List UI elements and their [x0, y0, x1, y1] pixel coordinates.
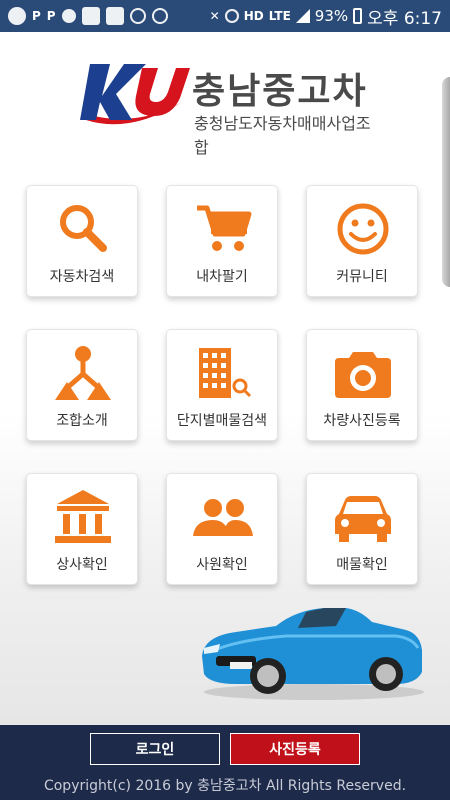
w-notification-icon — [105, 7, 124, 25]
p-notification-icon-2: P — [46, 9, 56, 23]
menu-member-check[interactable]: 사원확인 — [166, 473, 278, 585]
car-icon — [335, 496, 391, 542]
p-notification-icon: P — [32, 9, 41, 23]
main-content: 충남중고차 충청남도자동차매매사업조합 자동차검색 내차팔기 커뮤니티 조합소개… — [0, 32, 450, 725]
sync-notification-icon-2 — [151, 8, 168, 24]
menu-label: 상사확인 — [56, 557, 108, 573]
people-icon — [193, 499, 253, 536]
mute-icon: ✕ — [209, 9, 220, 23]
clock-time: 오후 6:17 — [367, 8, 442, 29]
status-bar: P P ✕ HD LTE 93% 오후 6:17 — [0, 0, 450, 32]
chat-notification-icon — [8, 7, 26, 25]
menu-car-search[interactable]: 자동차검색 — [26, 185, 138, 297]
menu-sell-car[interactable]: 내차팔기 — [166, 185, 278, 297]
app-notification-icon — [81, 7, 100, 25]
menu-association-intro[interactable]: 조합소개 — [26, 329, 138, 441]
app-logo: 충남중고차 충청남도자동차매매사업조합 — [80, 60, 380, 157]
login-button[interactable]: 로그인 — [90, 733, 220, 765]
bank-icon — [55, 490, 111, 543]
edge-panel-handle[interactable] — [442, 77, 450, 287]
menu-label: 단지별매물검색 — [176, 413, 268, 429]
menu-label: 매물확인 — [336, 557, 388, 573]
smiley-icon — [337, 203, 389, 255]
blue-convertible-car-image — [202, 608, 424, 700]
logo-name: 충남중고차 — [192, 71, 368, 112]
alarm-icon — [224, 9, 239, 23]
menu-listing-check[interactable]: 매물확인 — [306, 473, 418, 585]
menu-dealer-check[interactable]: 상사확인 — [26, 473, 138, 585]
notification-icons: P P — [8, 7, 168, 25]
menu-label: 사원확인 — [196, 557, 248, 573]
hierarchy-icon — [55, 346, 111, 400]
camera-icon — [335, 352, 391, 398]
clock-notification-icon — [61, 9, 76, 23]
footer: 로그인 사진등록 Copyright(c) 2016 by 충남중고차 All … — [0, 725, 450, 800]
battery-level: 93% — [314, 7, 349, 25]
menu-label: 커뮤니티 — [336, 269, 388, 285]
system-icons: ✕ HD LTE 93% 오후 6:17 — [210, 4, 442, 29]
menu-community[interactable]: 커뮤니티 — [306, 185, 418, 297]
menu-label: 차량사진등록 — [323, 413, 401, 429]
menu-photo-register[interactable]: 차량사진등록 — [306, 329, 418, 441]
menu-label: 조합소개 — [56, 413, 108, 429]
logo-mark-icon — [80, 64, 190, 125]
logo-subtitle: 충청남도자동차매매사업조합 — [194, 114, 371, 157]
menu-label: 자동차검색 — [49, 269, 115, 285]
photo-register-button[interactable]: 사진등록 — [230, 733, 360, 765]
network-type: LTE — [268, 9, 291, 23]
signal-icon — [295, 9, 310, 23]
copyright-text: Copyright(c) 2016 by 충남중고차 All Rights Re… — [43, 778, 407, 794]
cart-icon — [197, 205, 252, 251]
sync-notification-icon — [129, 8, 146, 24]
building-search-icon — [199, 348, 252, 398]
menu-label: 내차팔기 — [196, 269, 248, 285]
hd-icon: HD — [243, 9, 264, 23]
menu-complex-search[interactable]: 단지별매물검색 — [166, 329, 278, 441]
search-icon — [60, 205, 107, 252]
battery-icon — [353, 8, 363, 24]
